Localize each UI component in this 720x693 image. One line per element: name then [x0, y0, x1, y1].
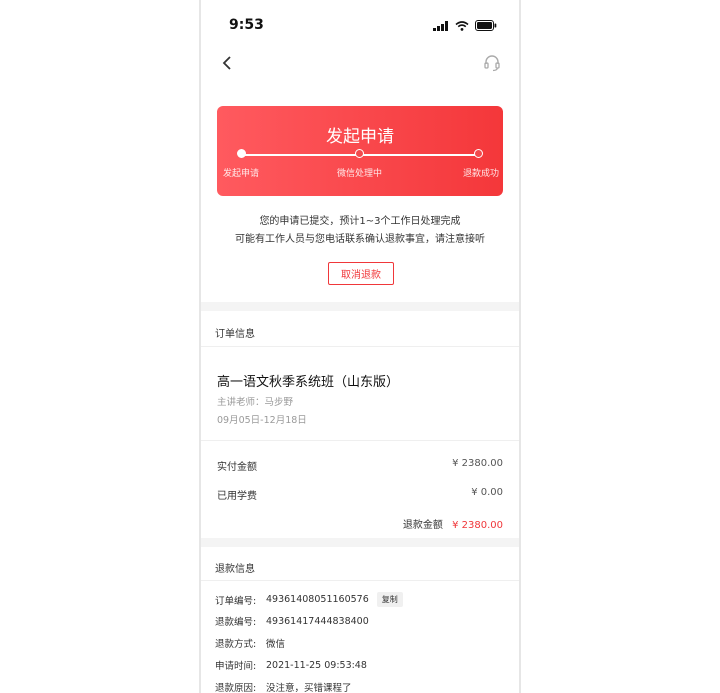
- course-teacher: 主讲老师：马步野: [217, 397, 294, 408]
- refund-amount-label: 退款金额: [402, 520, 443, 531]
- refund-info-row: 申请时间: 2021-11-25 09:53:48: [215, 658, 367, 673]
- refund-amount-value: ¥ 2380.00: [452, 520, 503, 531]
- wifi-icon: [455, 21, 469, 31]
- step-dot-3: [474, 149, 483, 158]
- battery-icon: [475, 20, 497, 31]
- order-number-label: 订单编号:: [215, 595, 257, 607]
- course-name: 高一语文秋季系统班（山东版）: [217, 375, 400, 390]
- used-tuition-value: ¥ 0.00: [471, 487, 503, 498]
- used-tuition-label: 已用学费: [217, 491, 257, 502]
- refund-info-row: 退款方式: 微信: [215, 636, 285, 650]
- section-divider: [201, 302, 519, 311]
- refund-info-row: 退款原因: 没注意，买错课程了: [215, 680, 352, 693]
- step-label-1: 发起申请: [223, 169, 260, 179]
- refund-reason-value: 没注意，买错课程了: [266, 683, 352, 693]
- chevron-left-icon: [222, 56, 231, 70]
- status-icons: [433, 20, 497, 31]
- apply-time-value: 2021-11-25 09:53:48: [266, 659, 367, 671]
- status-bar: 9:53: [201, 0, 519, 52]
- paid-amount-value: ¥ 2380.00: [452, 458, 503, 469]
- order-section-title: 订单信息: [215, 329, 255, 340]
- refund-number-label: 退款编号:: [215, 617, 257, 628]
- refund-amount-row: 退款金额 ¥ 2380.00: [403, 516, 503, 531]
- apply-time-label: 申请时间:: [215, 661, 257, 672]
- notice-line-1: 您的申请已提交，预计1~3个工作日处理完成: [259, 216, 461, 227]
- customer-service-button[interactable]: [483, 54, 501, 76]
- notice-line-2: 可能有工作人员与您电话联系确认退款事宜，请注意接听: [235, 234, 485, 245]
- refund-section-title: 退款信息: [215, 564, 255, 575]
- cancel-refund-button[interactable]: 取消退款: [328, 262, 394, 285]
- phone-frame: 9:53 发起申请 发起申请 微信处理中 退款成功 您的申请已提交，预计1~3个…: [199, 0, 521, 693]
- paid-amount-label: 实付金额: [217, 462, 257, 473]
- status-time: 9:53: [229, 17, 264, 33]
- divider: [201, 440, 519, 441]
- signal-icon: [433, 21, 448, 31]
- step-label-3: 退款成功: [463, 169, 500, 179]
- refund-progress-banner: 发起申请 发起申请 微信处理中 退款成功: [217, 106, 503, 196]
- divider: [201, 346, 519, 347]
- step-dot-2: [355, 149, 364, 158]
- step-dot-1: [237, 149, 246, 158]
- refund-info-row: 订单编号: 49361408051160576 复制: [215, 592, 403, 607]
- nav-bar: [201, 52, 519, 80]
- refund-method-value: 微信: [266, 639, 286, 650]
- progress-title: 发起申请: [326, 127, 394, 147]
- section-divider: [201, 538, 519, 547]
- back-button[interactable]: [221, 54, 233, 75]
- headset-icon: [484, 55, 500, 72]
- order-number-value: 49361408051160576: [266, 594, 369, 605]
- course-dates: 09月05日-12月18日: [217, 415, 307, 426]
- divider: [201, 580, 519, 581]
- step-label-2: 微信处理中: [337, 169, 383, 179]
- copy-order-number-button[interactable]: 复制: [376, 592, 403, 607]
- refund-number-value: 49361417444838400: [266, 615, 369, 627]
- refund-info-row: 退款编号: 49361417444838400: [215, 614, 369, 629]
- refund-method-label: 退款方式:: [215, 639, 257, 650]
- refund-reason-label: 退款原因:: [215, 683, 257, 693]
